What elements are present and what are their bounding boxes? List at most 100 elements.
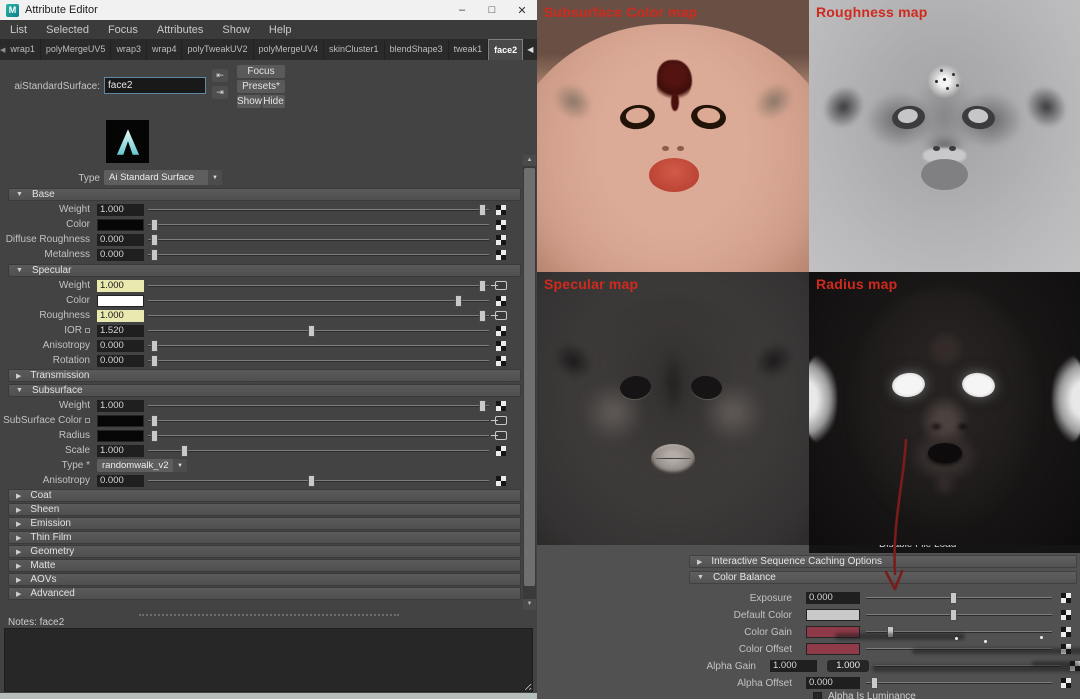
tear-off-copy-icon[interactable]: ⇥	[212, 86, 228, 99]
section-header-geometry[interactable]: ▶ Geometry	[8, 545, 521, 558]
checker-map-button-icon[interactable]	[496, 445, 506, 456]
slider-thumb[interactable]	[478, 309, 486, 322]
notes-textarea[interactable]	[4, 628, 533, 692]
close-button[interactable]: ✕	[507, 0, 537, 20]
attribute-slider[interactable]	[148, 429, 489, 442]
checker-map-button-icon[interactable]	[496, 340, 506, 351]
color-swatch[interactable]	[97, 218, 144, 231]
input-connection-icon[interactable]	[491, 281, 507, 290]
material-swatch[interactable]	[106, 120, 149, 163]
attribute-slider[interactable]	[148, 414, 489, 427]
attribute-slider[interactable]	[148, 203, 489, 216]
menu-help[interactable]: Help	[269, 24, 292, 36]
presets-button[interactable]: Presets*	[237, 80, 285, 93]
tab-blendshape3[interactable]: blendShape3	[385, 39, 449, 60]
checker-map-button-icon[interactable]	[496, 219, 506, 230]
slider-thumb[interactable]	[455, 294, 463, 307]
show-button[interactable]: Show	[237, 95, 262, 108]
attribute-slider[interactable]	[148, 218, 489, 231]
checker-map-button-icon[interactable]	[496, 475, 506, 486]
color-swatch[interactable]	[806, 609, 860, 621]
tab-wrap1[interactable]: wrap1	[5, 39, 41, 60]
scrollbar-thumb[interactable]	[524, 168, 535, 586]
attribute-field[interactable]: 0.000	[806, 677, 860, 689]
section-header-specular[interactable]: ▼ Specular	[8, 264, 521, 277]
attribute-slider[interactable]	[148, 324, 489, 337]
checker-map-button-icon[interactable]	[496, 234, 506, 245]
attribute-slider[interactable]	[148, 474, 489, 487]
section-header-aovs[interactable]: ▶ AOVs	[8, 573, 521, 586]
slider-thumb[interactable]	[151, 248, 159, 261]
input-connection-icon[interactable]	[491, 416, 507, 425]
color-swatch[interactable]	[806, 643, 860, 655]
attribute-slider[interactable]	[866, 609, 1052, 621]
attribute-field[interactable]: 1.000	[97, 203, 144, 216]
attribute-field[interactable]: 0.000	[97, 248, 144, 261]
node-name-input[interactable]	[104, 77, 206, 94]
slider-thumb[interactable]	[478, 399, 486, 412]
attribute-field[interactable]: 1.520	[97, 324, 144, 337]
pane-splitter[interactable]	[0, 612, 537, 617]
attribute-slider[interactable]	[866, 592, 1052, 604]
checker-map-button-icon[interactable]	[1061, 610, 1071, 620]
attribute-slider[interactable]	[866, 677, 1052, 689]
section-header-emission[interactable]: ▶ Emission	[8, 517, 521, 530]
slider-thumb[interactable]	[151, 218, 159, 231]
menu-selected[interactable]: Selected	[46, 24, 89, 36]
expand-box-icon[interactable]	[85, 328, 90, 333]
attribute-field[interactable]: 0.000	[97, 354, 144, 367]
color-swatch[interactable]	[97, 294, 144, 307]
attribute-slider[interactable]	[148, 309, 489, 322]
attribute-slider[interactable]	[148, 354, 489, 367]
tab-prev-icon[interactable]: ◀	[527, 45, 533, 54]
scroll-up-icon[interactable]: ▲	[523, 155, 536, 166]
section-header-advanced[interactable]: ▶ Advanced	[8, 587, 521, 600]
slider-thumb[interactable]	[151, 339, 159, 352]
section-header-matte[interactable]: ▶ Matte	[8, 559, 521, 572]
attribute-field[interactable]: 0.000	[97, 474, 144, 487]
copy-tab-icon[interactable]: ⇤	[212, 69, 228, 82]
attribute-slider[interactable]	[148, 248, 489, 261]
scroll-down-icon[interactable]: ▼	[523, 599, 536, 610]
section-header-transmission[interactable]: ▶ Transmission	[8, 369, 521, 382]
menu-list[interactable]: List	[10, 24, 27, 36]
color-swatch[interactable]	[97, 429, 144, 442]
slider-thumb[interactable]	[478, 279, 486, 292]
tab-polymergeuv5[interactable]: polyMergeUV5	[41, 39, 112, 60]
tab-tweak1[interactable]: tweak1	[449, 39, 489, 60]
attribute-slider[interactable]	[148, 294, 489, 307]
attribute-field[interactable]: 1.000	[97, 279, 144, 292]
attribute-slider[interactable]	[148, 233, 489, 246]
section-header-thin-film[interactable]: ▶ Thin Film	[8, 531, 521, 544]
checker-map-button-icon[interactable]	[1061, 678, 1071, 688]
attribute-slider[interactable]	[148, 399, 489, 412]
checker-map-button-icon[interactable]	[1061, 627, 1071, 637]
minimize-button[interactable]: –	[447, 0, 477, 20]
attribute-field[interactable]: 0.000	[97, 339, 144, 352]
attribute-field[interactable]: 0.000	[97, 233, 144, 246]
tab-wrap4[interactable]: wrap4	[147, 39, 183, 60]
color-swatch[interactable]	[97, 414, 144, 427]
menu-show[interactable]: Show	[222, 24, 250, 36]
maximize-button[interactable]: □	[477, 0, 507, 20]
attribute-field[interactable]: 1.000	[97, 444, 144, 457]
slider-thumb[interactable]	[151, 429, 159, 442]
checker-map-button-icon[interactable]	[496, 400, 506, 411]
input-connection-icon[interactable]	[491, 311, 507, 320]
checker-map-button-icon[interactable]	[1061, 593, 1071, 603]
vertical-scrollbar[interactable]: ▲ ▼	[523, 155, 536, 610]
tab-skincluster1[interactable]: skinCluster1	[324, 39, 385, 60]
attribute-dropdown[interactable]: randomwalk_v2 ▼	[97, 459, 187, 472]
node-type-dropdown[interactable]: Ai Standard Surface ▼	[104, 170, 222, 185]
alpha-is-luminance-checkbox[interactable]	[813, 692, 822, 699]
attribute-field[interactable]: 1.000	[770, 660, 818, 672]
attribute-slider[interactable]	[148, 444, 489, 457]
attribute-slider[interactable]	[148, 339, 489, 352]
section-header-coat[interactable]: ▶ Coat	[8, 489, 521, 502]
tab-polytweakuv2[interactable]: polyTweakUV2	[182, 39, 254, 60]
focus-button[interactable]: Focus	[237, 65, 285, 78]
slider-thumb[interactable]	[151, 233, 159, 246]
checker-map-button-icon[interactable]	[496, 295, 506, 306]
menu-focus[interactable]: Focus	[108, 24, 138, 36]
slider-thumb[interactable]	[950, 609, 958, 621]
